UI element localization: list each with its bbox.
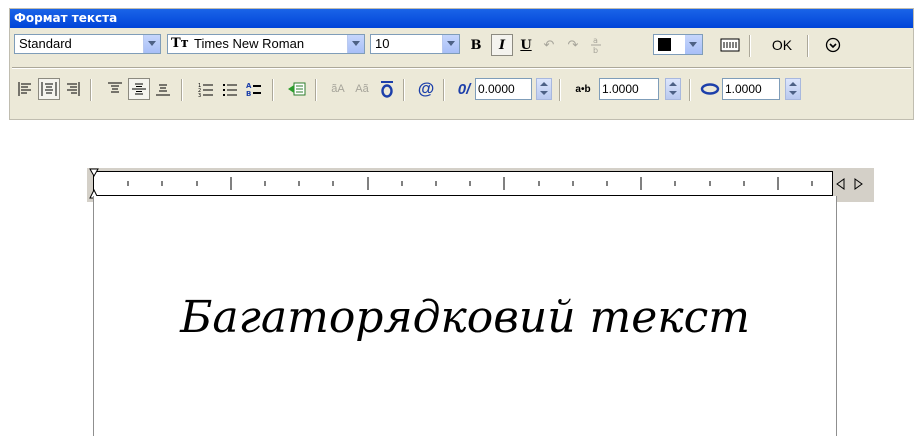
options-chevron-circle-icon <box>825 37 841 53</box>
separator <box>403 79 405 101</box>
separator <box>181 79 183 101</box>
align-right-button[interactable] <box>62 78 84 100</box>
svg-text:a: a <box>593 36 598 45</box>
separator <box>315 79 317 101</box>
toolbar-row-1: Standard Tт Times New Roman 10 B I U ↶ ↷… <box>10 30 913 62</box>
stack-button[interactable]: ab <box>585 34 607 56</box>
align-middle-button[interactable] <box>128 78 150 100</box>
chevron-down-icon[interactable] <box>442 35 459 53</box>
editor-text[interactable]: Багаторядковий текст <box>94 292 836 343</box>
separator <box>443 79 445 101</box>
valign-bottom-icon <box>156 84 170 96</box>
numbered-list-icon: 123 <box>198 83 213 97</box>
align-left-icon <box>18 82 31 96</box>
bullet-list-icon <box>223 84 237 96</box>
insert-field-button[interactable] <box>286 78 308 100</box>
separator <box>807 35 809 57</box>
svg-text:B: B <box>246 90 251 97</box>
align-left-button[interactable] <box>14 78 36 100</box>
bullet-list-button[interactable] <box>219 78 241 100</box>
font-combo[interactable]: Tт Times New Roman <box>167 34 365 54</box>
style-combo[interactable]: Standard <box>14 34 161 54</box>
lettered-list-icon: AB <box>246 82 261 97</box>
toolbar-row-2: 123 AB ãA Aã @ 0/ 0.0000 a•b 1.0000 1.00… <box>10 74 913 106</box>
text-height-combo[interactable]: 10 <box>370 34 460 54</box>
svg-text:b: b <box>593 46 598 54</box>
color-combo[interactable] <box>653 34 703 55</box>
separator <box>272 79 274 101</box>
row-divider <box>12 67 911 69</box>
width-factor-spinner[interactable] <box>785 78 801 100</box>
tracking-spinner[interactable] <box>665 78 681 100</box>
align-center-icon <box>41 82 57 96</box>
overline-button[interactable] <box>376 78 398 100</box>
valign-top-icon <box>108 82 122 93</box>
font-value: Times New Roman <box>194 36 305 51</box>
oblique-angle-spinner[interactable] <box>536 78 552 100</box>
truetype-font-icon: Tт <box>171 36 189 51</box>
width-factor-icon <box>699 78 721 100</box>
italic-button[interactable]: I <box>491 34 513 56</box>
text-editor-area[interactable]: Багаторядковий текст <box>93 196 837 436</box>
overline-icon <box>381 81 393 98</box>
text-height-value: 10 <box>375 36 390 51</box>
svg-text:A: A <box>246 82 252 90</box>
underline-button[interactable]: U <box>515 34 537 56</box>
ruler[interactable] <box>93 171 833 196</box>
numbered-list-button[interactable]: 123 <box>195 78 217 100</box>
uppercase-button[interactable]: Aã <box>351 78 373 100</box>
svg-text:3: 3 <box>198 93 201 97</box>
ruler-width-handle[interactable] <box>836 176 866 195</box>
align-top-button[interactable] <box>104 78 126 100</box>
ruler-toggle-button[interactable] <box>718 34 742 56</box>
text-format-toolbar: Формат текста Standard Tт Times New Roma… <box>9 8 914 120</box>
oblique-angle-input[interactable]: 0.0000 <box>475 78 532 100</box>
lettered-list-button[interactable]: AB <box>243 78 265 100</box>
separator <box>749 35 751 57</box>
redo-button[interactable]: ↷ <box>562 34 584 56</box>
chevron-down-icon[interactable] <box>143 35 160 53</box>
separator <box>689 79 691 101</box>
align-bottom-button[interactable] <box>152 78 174 100</box>
separator <box>559 79 561 101</box>
ruler-icon <box>720 38 740 52</box>
tracking-input[interactable]: 1.0000 <box>599 78 659 100</box>
undo-button[interactable]: ↶ <box>538 34 560 56</box>
align-center-button[interactable] <box>38 78 60 100</box>
chevron-down-icon[interactable] <box>347 35 364 53</box>
window-title: Формат текста <box>10 9 913 28</box>
options-button[interactable] <box>822 34 844 56</box>
color-swatch <box>658 38 671 51</box>
redo-icon: ↷ <box>567 37 579 52</box>
separator <box>90 79 92 101</box>
chevron-down-icon[interactable] <box>685 35 702 54</box>
symbol-button[interactable]: @ <box>415 78 437 100</box>
tracking-icon: a•b <box>575 83 591 95</box>
valign-middle-icon <box>132 83 146 95</box>
undo-icon: ↶ <box>543 37 555 52</box>
style-value: Standard <box>19 36 72 51</box>
stack-fraction-icon: ab <box>591 36 601 54</box>
oblique-angle-icon: 0/ <box>457 80 471 98</box>
insert-field-icon <box>288 82 306 96</box>
lowercase-button[interactable]: ãA <box>327 78 349 100</box>
width-factor-input[interactable]: 1.0000 <box>722 78 780 100</box>
bold-button[interactable]: B <box>465 34 487 56</box>
width-adjust-arrows-icon <box>836 178 863 190</box>
ok-button[interactable]: OK <box>765 34 799 56</box>
align-right-icon <box>67 82 80 96</box>
ruler-ticks <box>127 177 813 190</box>
